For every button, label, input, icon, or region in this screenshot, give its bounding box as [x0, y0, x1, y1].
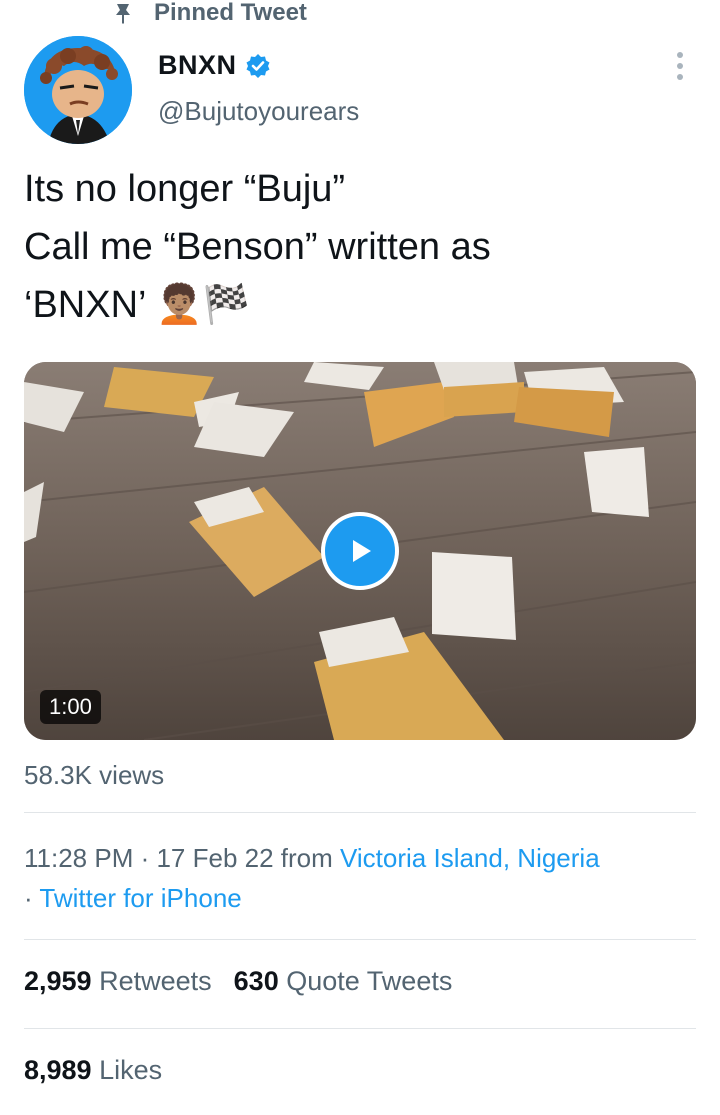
avatar[interactable]: [24, 36, 132, 144]
meta-separator: ·: [133, 843, 157, 873]
tweet-date[interactable]: 17 Feb 22: [156, 843, 273, 873]
play-button[interactable]: [321, 512, 399, 590]
retweets-label: Retweets: [99, 966, 212, 996]
likes-label: Likes: [99, 1055, 163, 1085]
source-link[interactable]: Twitter for iPhone: [39, 883, 241, 913]
play-icon: [353, 540, 371, 562]
quote-tweets-label: Quote Tweets: [286, 966, 453, 996]
quote-tweets-count: 630: [233, 966, 279, 996]
verified-badge-icon: [246, 53, 270, 78]
more-options-icon[interactable]: [670, 52, 690, 82]
avatar-illustration: [24, 36, 132, 144]
tweet-metadata: 11:28 PM · 17 Feb 22 from Victoria Islan…: [24, 838, 704, 918]
tweet-line: Call me “Benson” written as: [24, 226, 491, 268]
video-player[interactable]: 1:00: [24, 362, 696, 740]
view-count: 58.3K views: [24, 760, 165, 790]
tweet-time[interactable]: 11:28 PM: [24, 843, 133, 873]
meta-separator: ·: [24, 883, 40, 913]
author-name-row[interactable]: BNXN: [158, 50, 271, 81]
engagement-stats-row: 2,959 Retweets 630 Quote Tweets: [24, 966, 452, 997]
retweets-count: 2,959: [24, 966, 92, 996]
tweet-line: ‘BNXN’ 🧑🏽‍🦱🏁: [24, 284, 251, 326]
quote-tweets-stat[interactable]: 630 Quote Tweets: [234, 966, 453, 996]
pinned-text: Pinned Tweet: [154, 0, 307, 26]
divider: [24, 812, 696, 813]
divider: [24, 1028, 696, 1029]
from-word: from: [273, 843, 341, 873]
tweet-line: Its no longer “Buju”: [24, 168, 346, 210]
retweets-stat[interactable]: 2,959 Retweets: [24, 966, 212, 996]
likes-count: 8,989: [24, 1055, 92, 1085]
divider: [24, 939, 696, 940]
likes-stat[interactable]: 8,989 Likes: [24, 1055, 162, 1086]
video-duration: 1:00: [40, 690, 101, 724]
tweet-text: Its no longer “Buju” Call me “Benson” wr…: [24, 160, 684, 334]
location-link[interactable]: Victoria Island, Nigeria: [340, 843, 600, 873]
author-handle[interactable]: @Bujutoyourears: [158, 96, 359, 127]
author-name[interactable]: BNXN: [158, 50, 237, 81]
pinned-tweet-label: Pinned Tweet: [112, 0, 307, 26]
pin-icon: [116, 4, 130, 24]
